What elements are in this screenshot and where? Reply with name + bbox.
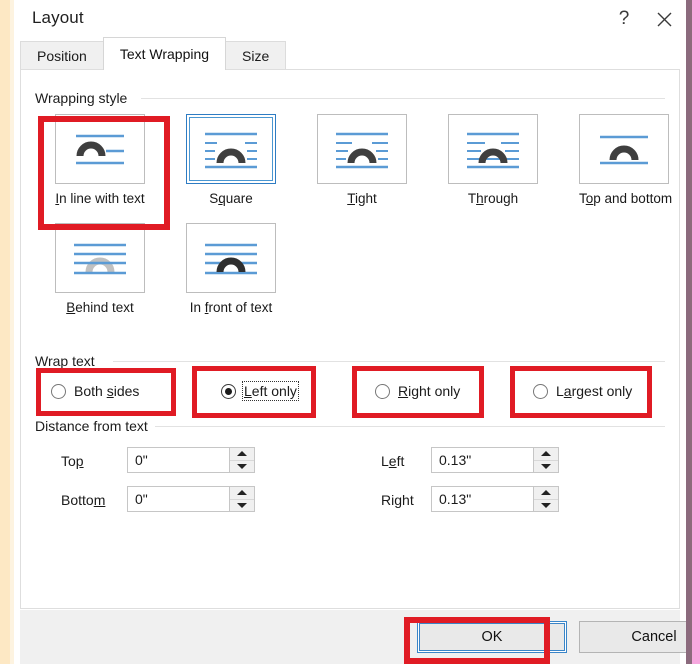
through-wrap-icon xyxy=(448,114,538,184)
label-left: Left xyxy=(381,453,404,469)
wrap-option-label: In line with text xyxy=(55,191,145,206)
radio-label: Largest only xyxy=(556,383,632,399)
label-top: Top xyxy=(61,453,84,469)
wrap-text-group-label: Wrap text xyxy=(35,353,102,369)
input-bottom[interactable]: 0" xyxy=(127,486,255,512)
radio-right-only[interactable]: Right only xyxy=(375,378,460,404)
input-top-spinner[interactable] xyxy=(229,448,254,472)
wrap-option-tight[interactable]: Tight xyxy=(317,114,407,206)
text-wrapping-panel: Wrapping style In line with text xyxy=(20,69,680,609)
tab-position[interactable]: Position xyxy=(20,41,104,70)
triangle-down-icon[interactable] xyxy=(230,500,254,512)
wrap-option-top-and-bottom[interactable]: Top and bottom xyxy=(579,114,669,206)
radio-label: Right only xyxy=(398,383,460,399)
inline-with-text-icon xyxy=(55,114,145,184)
wrap-option-label: Square xyxy=(186,191,276,206)
dialog-titlebar: Layout ? xyxy=(14,0,686,38)
input-right-spinner[interactable] xyxy=(533,487,558,511)
label-bottom: Bottom xyxy=(61,492,105,508)
label-right: Right xyxy=(381,492,414,508)
square-wrap-icon xyxy=(186,114,276,184)
input-bottom-spinner[interactable] xyxy=(229,487,254,511)
tight-wrap-icon xyxy=(317,114,407,184)
radio-dot-icon xyxy=(533,384,548,399)
radio-left-only[interactable]: Left only xyxy=(221,378,297,404)
input-bottom-value: 0" xyxy=(128,487,229,511)
triangle-up-icon[interactable] xyxy=(534,487,558,500)
wrap-option-in-line-with-text[interactable]: In line with text xyxy=(55,114,145,206)
distance-group-rule xyxy=(155,426,665,427)
screenshot-root: Layout ? Position Text Wrapping Size Wra… xyxy=(0,0,700,664)
input-top-value: 0" xyxy=(128,448,229,472)
input-left-spinner[interactable] xyxy=(533,448,558,472)
radio-dot-icon xyxy=(221,384,236,399)
left-edge-artifact xyxy=(0,0,10,664)
cancel-button[interactable]: Cancel xyxy=(579,621,700,653)
wrapping-style-group-rule xyxy=(141,98,665,99)
top-and-bottom-wrap-icon xyxy=(579,114,669,184)
close-icon[interactable] xyxy=(644,4,684,34)
radio-largest-only[interactable]: Largest only xyxy=(533,378,632,404)
dialog-footer: OK Cancel xyxy=(20,610,680,664)
wrap-option-label: Top and bottom xyxy=(579,191,669,206)
triangle-down-icon[interactable] xyxy=(534,461,558,473)
radio-both-sides[interactable]: Both sides xyxy=(51,378,139,404)
wrap-option-label: Behind text xyxy=(55,300,145,315)
radio-dot-icon xyxy=(375,384,390,399)
input-left[interactable]: 0.13" xyxy=(431,447,559,473)
triangle-up-icon[interactable] xyxy=(230,487,254,500)
ok-button[interactable]: OK xyxy=(417,621,567,653)
wrap-option-label: Through xyxy=(448,191,538,206)
input-right[interactable]: 0.13" xyxy=(431,486,559,512)
triangle-up-icon[interactable] xyxy=(534,448,558,461)
wrap-option-square[interactable]: Square xyxy=(186,114,276,206)
right-edge-artifact xyxy=(692,0,700,664)
behind-text-icon xyxy=(55,223,145,293)
input-left-value: 0.13" xyxy=(432,448,533,472)
in-front-of-text-icon xyxy=(186,223,276,293)
wrapping-style-group-label: Wrapping style xyxy=(35,90,134,106)
triangle-down-icon[interactable] xyxy=(230,461,254,473)
triangle-up-icon[interactable] xyxy=(230,448,254,461)
wrap-option-in-front-of-text[interactable]: In front of text xyxy=(186,223,276,315)
wrap-option-label: Tight xyxy=(317,191,407,206)
help-icon[interactable]: ? xyxy=(604,4,644,34)
radio-dot-icon xyxy=(51,384,66,399)
radio-label: Both sides xyxy=(74,383,139,399)
layout-dialog: Layout ? Position Text Wrapping Size Wra… xyxy=(14,0,686,664)
tab-size[interactable]: Size xyxy=(225,41,286,70)
distance-group-label: Distance from text xyxy=(35,418,155,434)
radio-label: Left only xyxy=(244,383,297,399)
wrap-option-behind-text[interactable]: Behind text xyxy=(55,223,145,315)
tab-text-wrapping[interactable]: Text Wrapping xyxy=(103,37,226,70)
input-top[interactable]: 0" xyxy=(127,447,255,473)
triangle-down-icon[interactable] xyxy=(534,500,558,512)
dialog-title: Layout xyxy=(32,8,84,28)
tab-list: Position Text Wrapping Size xyxy=(20,38,285,70)
wrap-option-label: In front of text xyxy=(186,300,276,315)
wrap-text-group-rule xyxy=(113,361,665,362)
wrap-option-through[interactable]: Through xyxy=(448,114,538,206)
input-right-value: 0.13" xyxy=(432,487,533,511)
